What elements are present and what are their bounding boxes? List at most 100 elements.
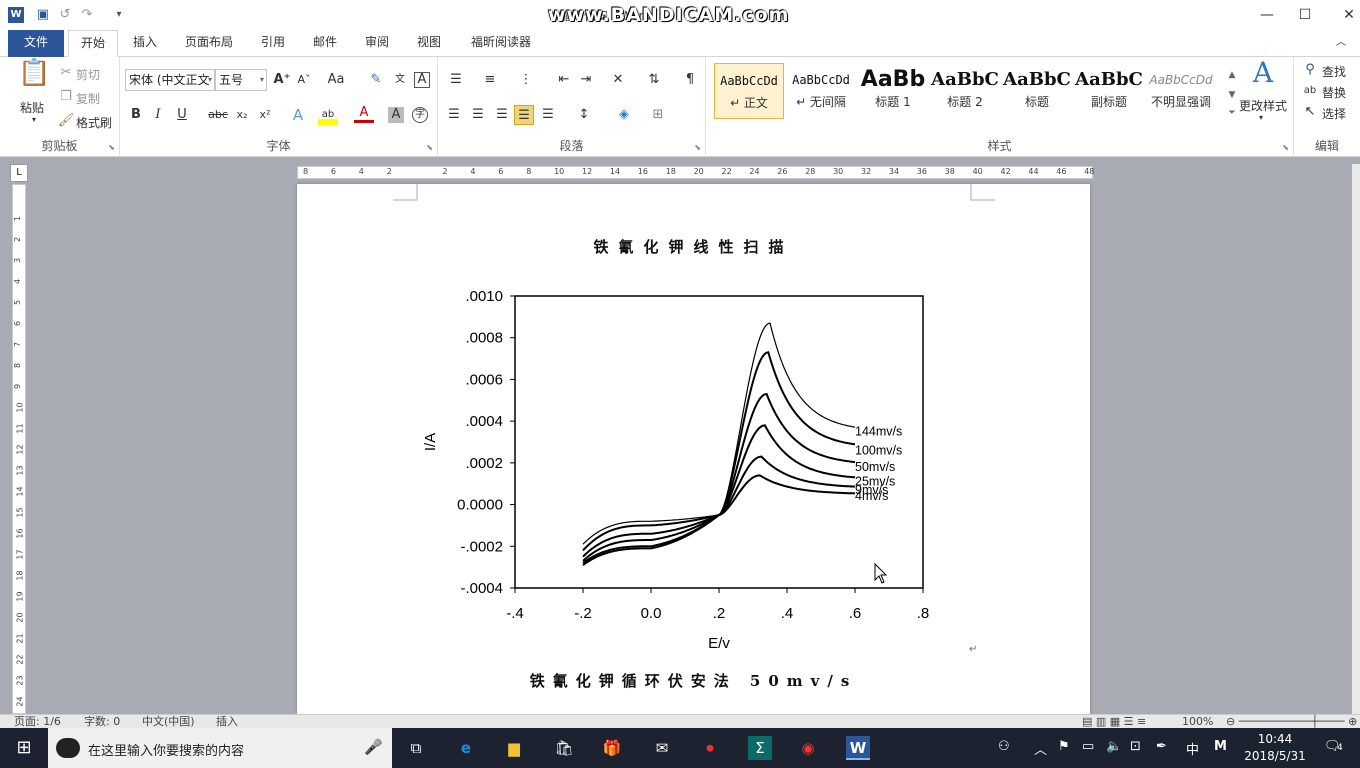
align-right-icon[interactable]: ☰ bbox=[492, 105, 512, 125]
view-buttons[interactable]: ▤ ▥ ▦ ☰ ≡ bbox=[1082, 715, 1146, 729]
change-styles-button[interactable]: 更改样式 bbox=[1239, 97, 1287, 114]
bullets-icon[interactable]: ☰ bbox=[446, 70, 466, 90]
align-left-icon[interactable]: ☰ bbox=[444, 105, 464, 125]
network-icon[interactable]: ⊡ bbox=[1130, 739, 1141, 754]
close-button[interactable]: ✕ bbox=[1326, 0, 1360, 30]
tab-references[interactable]: 引用 bbox=[254, 30, 292, 57]
ime-mode-icon[interactable]: M bbox=[1214, 739, 1227, 754]
shrink-font-icon[interactable]: Aˇ bbox=[294, 70, 314, 90]
distributed-icon[interactable]: ☰ bbox=[538, 105, 558, 125]
maximize-button[interactable]: ☐ bbox=[1282, 0, 1328, 30]
mail-icon[interactable]: ✉ bbox=[650, 736, 674, 760]
battery-icon[interactable]: ▭ bbox=[1082, 739, 1094, 754]
styles-launcher-icon[interactable]: ⬊ bbox=[1282, 143, 1289, 152]
vertical-scrollbar[interactable] bbox=[1352, 164, 1360, 714]
save-icon[interactable]: ▣ bbox=[34, 6, 52, 24]
customize-quick-access-icon[interactable]: ▾ bbox=[110, 6, 128, 24]
italic-icon[interactable]: I bbox=[148, 105, 168, 125]
highlight-icon[interactable]: ab bbox=[318, 105, 338, 125]
underline-icon[interactable]: U bbox=[172, 105, 192, 125]
text-effects-icon[interactable]: A bbox=[288, 105, 308, 125]
style-item[interactable]: AaBbC 副标题 bbox=[1074, 63, 1144, 119]
cut-button[interactable]: 剪切 bbox=[76, 66, 100, 83]
style-item[interactable]: AaBbCcDd 不明显强调 bbox=[1146, 63, 1216, 119]
word-taskbar-icon[interactable]: W bbox=[846, 736, 870, 760]
file-explorer-icon[interactable]: ▆ bbox=[502, 736, 526, 760]
clipboard-launcher-icon[interactable]: ⬊ bbox=[108, 143, 115, 152]
tab-mailings[interactable]: 邮件 bbox=[306, 30, 344, 57]
select-button[interactable]: 选择 bbox=[1322, 105, 1346, 122]
volume-icon[interactable]: 🔈 bbox=[1106, 739, 1122, 754]
numbering-icon[interactable]: ≡ bbox=[480, 70, 500, 90]
tab-page-layout[interactable]: 页面布局 bbox=[178, 30, 240, 57]
superscript-icon[interactable]: x² bbox=[255, 105, 275, 125]
language[interactable]: 中文(中国) bbox=[142, 715, 195, 729]
find-button[interactable]: 查找 bbox=[1322, 63, 1346, 80]
undo-icon[interactable]: ↺ bbox=[56, 6, 74, 24]
strikethrough-icon[interactable]: abc bbox=[208, 105, 228, 125]
style-item[interactable]: AaBbC 标题 2 bbox=[930, 63, 1000, 119]
enclose-char-icon[interactable]: 字 bbox=[412, 107, 428, 123]
vertical-ruler[interactable]: 1 2 3 4 5 6 7 8 9 10 11 12 13 14 15 16 17 18 19 20 21 22 23 24 bbox=[12, 184, 26, 714]
paste-icon[interactable]: 📋 bbox=[18, 60, 50, 95]
word-count[interactable]: 字数: 0 bbox=[84, 715, 120, 729]
task-view-icon[interactable]: ⧉ bbox=[404, 736, 428, 760]
clock[interactable]: 10:44 2018/5/31 bbox=[1238, 731, 1312, 765]
recorder-icon[interactable]: ⏺ bbox=[698, 736, 722, 760]
pen-icon[interactable]: ✒ bbox=[1156, 739, 1167, 754]
font-size-combo[interactable]: 五号 ▾ bbox=[215, 69, 267, 91]
tab-home[interactable]: 开始 bbox=[68, 30, 118, 57]
tab-review[interactable]: 审阅 bbox=[358, 30, 396, 57]
document-page[interactable]: 铁氰化钾线性扫描 .0010 .0008 .0006 .0004 .0002 0.0000… bbox=[297, 184, 1090, 714]
grow-font-icon[interactable]: A⁺ bbox=[272, 70, 292, 90]
show-marks-icon[interactable]: ¶ bbox=[680, 70, 700, 90]
increase-indent-icon[interactable]: ⇥ bbox=[576, 70, 596, 90]
windows-start-icon[interactable]: ⊞ bbox=[12, 736, 36, 760]
tab-file[interactable]: 文件 bbox=[8, 30, 64, 57]
styles-scroll-up-icon[interactable]: ▲ bbox=[1222, 65, 1242, 85]
align-center-icon[interactable]: ☰ bbox=[468, 105, 488, 125]
style-item[interactable]: AaBb 标题 1 bbox=[858, 63, 928, 119]
change-styles-icon[interactable]: A bbox=[1246, 59, 1280, 93]
replace-button[interactable]: 替换 bbox=[1322, 84, 1346, 101]
page-count[interactable]: 页面: 1/6 bbox=[14, 715, 61, 729]
decrease-indent-icon[interactable]: ⇤ bbox=[554, 70, 574, 90]
font-color-icon[interactable]: A bbox=[354, 105, 374, 123]
justify-icon[interactable]: ☰ bbox=[514, 105, 534, 125]
terminal-app-icon[interactable]: Σ bbox=[748, 736, 772, 760]
horizontal-ruler[interactable]: 8 6 4 2 2 4 6 8 10 12 14 16 18 20 22 24 26 28 30 32 34 36 38 40… bbox=[297, 166, 1094, 179]
tab-foxit-reader[interactable]: 福昕阅读器 bbox=[462, 30, 540, 57]
font-launcher-icon[interactable]: ⬊ bbox=[426, 143, 433, 152]
tab-insert[interactable]: 插入 bbox=[126, 30, 164, 57]
shading-icon[interactable]: ◈ bbox=[614, 105, 634, 125]
zoom-level[interactable]: 100% bbox=[1182, 715, 1213, 729]
taskbar-search[interactable]: 在这里输入你要搜索的内容 🎤 bbox=[48, 728, 392, 768]
style-item[interactable]: AaBbCcDd ↵ 正文 bbox=[714, 63, 784, 119]
tab-selector-button[interactable]: L bbox=[10, 164, 28, 182]
subscript-icon[interactable]: x₂ bbox=[232, 105, 252, 125]
gift-icon[interactable]: 🎁 bbox=[600, 736, 624, 760]
style-item[interactable]: AaBbC 标题 bbox=[1002, 63, 1072, 119]
phonetic-guide-icon[interactable]: 文 bbox=[390, 70, 410, 90]
style-item[interactable]: AaBbCcDd ↵ 无间隔 bbox=[786, 63, 856, 119]
char-shading-icon[interactable]: A bbox=[388, 107, 404, 123]
line-spacing-icon[interactable]: ↕ bbox=[574, 105, 594, 125]
borders-icon[interactable]: ⊞ bbox=[648, 105, 668, 125]
tray-expand-icon[interactable]: ︿ bbox=[1034, 739, 1047, 758]
paste-button[interactable]: 粘贴 bbox=[20, 99, 44, 116]
redo-icon[interactable]: ↷ bbox=[78, 6, 96, 24]
font-name-combo[interactable]: 宋体 (中文正文 ▾ bbox=[125, 69, 215, 91]
tray-app-icon[interactable]: ⚑ bbox=[1058, 739, 1070, 754]
paragraph-launcher-icon[interactable]: ⬊ bbox=[694, 143, 701, 152]
chinese-layout-icon[interactable]: ✕ bbox=[608, 70, 628, 90]
insert-mode[interactable]: 插入 bbox=[216, 715, 238, 729]
clear-format-icon[interactable]: ✎ bbox=[366, 70, 386, 90]
paste-dropdown-icon[interactable]: ▾ bbox=[32, 115, 36, 124]
store-icon[interactable]: 🛍 bbox=[552, 736, 576, 760]
collapse-ribbon-icon[interactable]: ︿ bbox=[1332, 30, 1350, 57]
tab-view[interactable]: 视图 bbox=[410, 30, 448, 57]
multilevel-list-icon[interactable]: ⋮ bbox=[516, 70, 536, 90]
format-painter-button[interactable]: 格式刷 bbox=[76, 114, 112, 131]
change-case-icon[interactable]: Aa bbox=[326, 70, 346, 90]
char-border-icon[interactable]: A bbox=[414, 72, 430, 88]
